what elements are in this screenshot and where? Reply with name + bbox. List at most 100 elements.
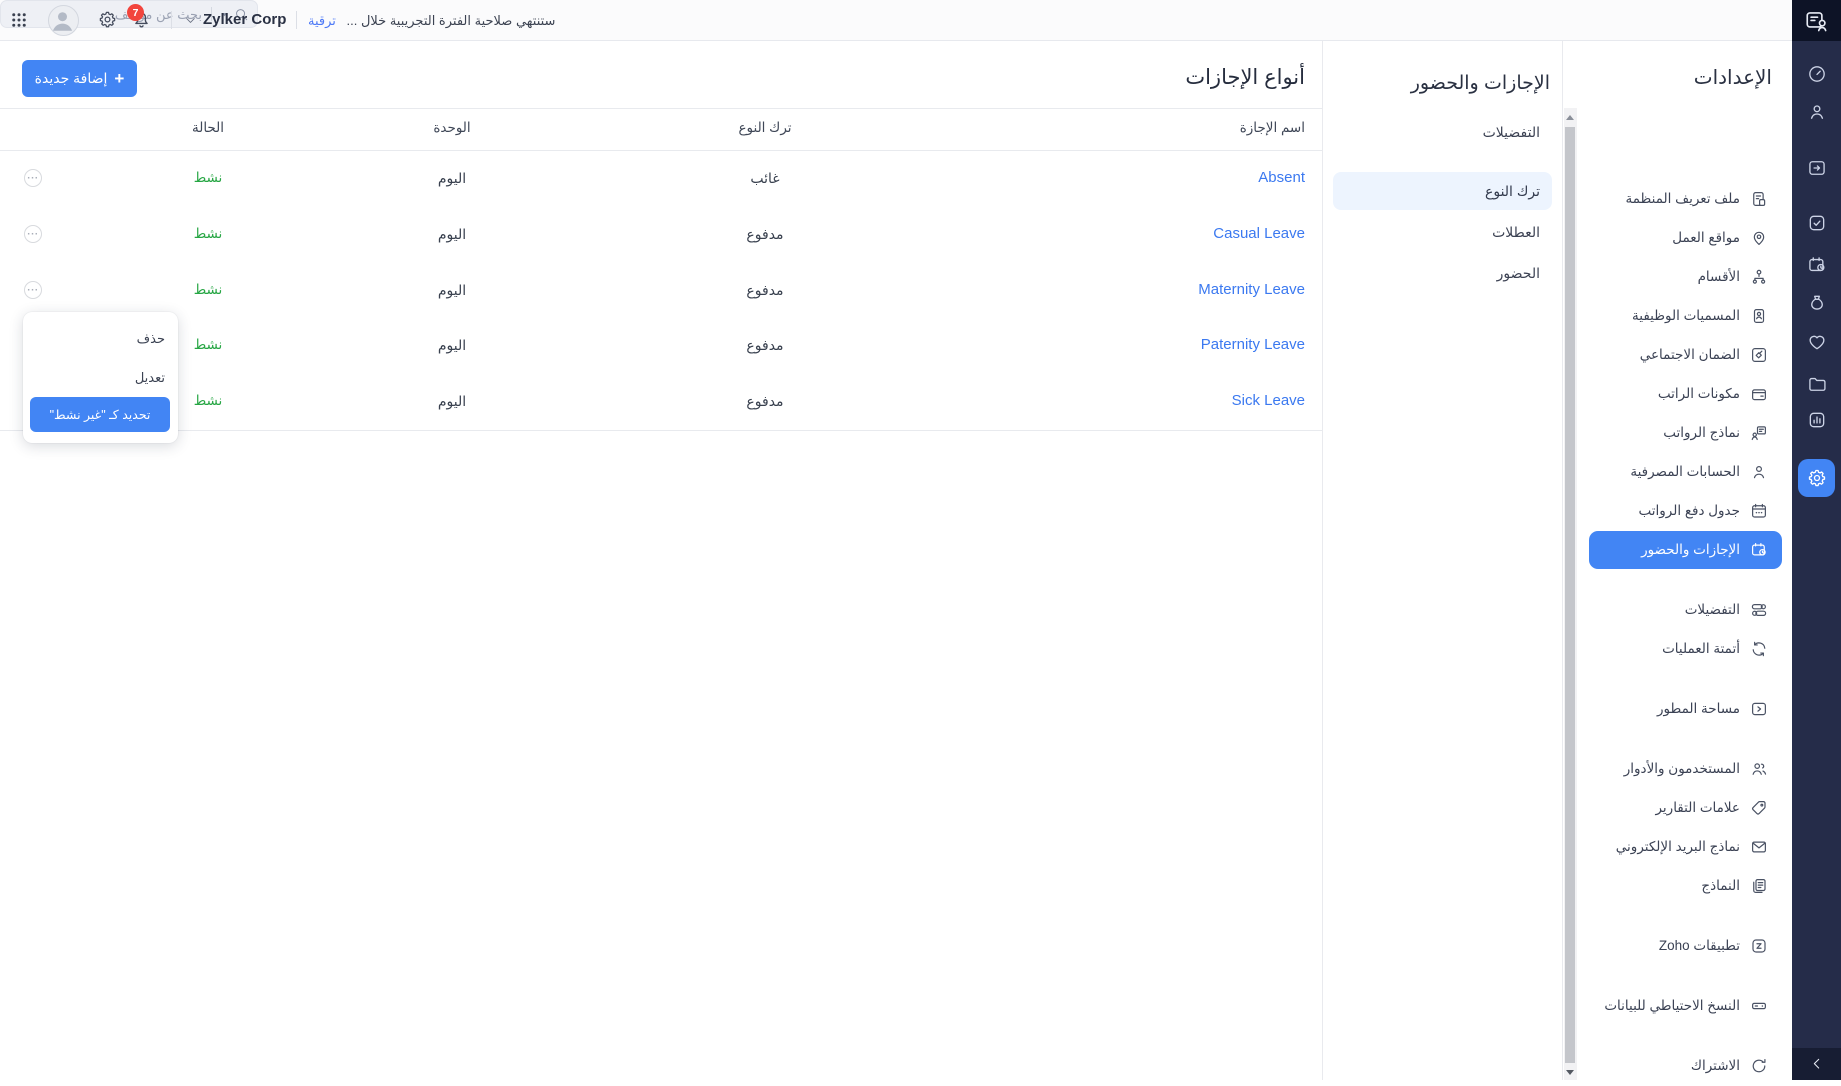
column-header-unit: الوحدة xyxy=(377,120,527,136)
settings-item-social-insurance[interactable]: الضمان الاجتماعي xyxy=(1577,336,1792,375)
rail-calendar-clock-icon[interactable] xyxy=(1792,253,1841,277)
row-actions-ellipsis-button[interactable] xyxy=(24,281,42,299)
settings-item-salary-templates[interactable]: نماذج الرواتب xyxy=(1577,414,1792,453)
context-menu-edit[interactable]: تعديل xyxy=(135,369,165,387)
leave-panel-item-1[interactable]: التفضيلات xyxy=(1483,122,1540,142)
leave-panel-item-3[interactable]: العطلات xyxy=(1492,222,1540,242)
rail-task-check-icon[interactable] xyxy=(1792,211,1841,235)
preferences-icon xyxy=(1750,601,1768,619)
cell-leave-name-link[interactable]: Casual Leave xyxy=(1213,224,1305,244)
app-rail xyxy=(1792,41,1841,1080)
scroll-down-arrow[interactable] xyxy=(1566,1070,1574,1075)
rail-settings-active[interactable] xyxy=(1798,459,1835,497)
settings-item-forms[interactable]: النماذج xyxy=(1577,867,1792,906)
settings-item-developer-space[interactable]: مساحة المطور xyxy=(1577,690,1792,729)
settings-item-label: الضمان الاجتماعي xyxy=(1640,347,1740,363)
divider xyxy=(171,11,172,29)
cell-leave-name-link[interactable]: Sick Leave xyxy=(1232,391,1305,411)
avatar[interactable] xyxy=(48,5,79,36)
context-menu-mark-inactive-button[interactable]: تحديد كـ "غير نشط" xyxy=(30,397,170,432)
context-menu-delete[interactable]: حذف xyxy=(137,330,165,348)
page-title: أنواع الإجازات xyxy=(1185,65,1305,90)
pay-schedule-icon xyxy=(1750,502,1768,520)
settings-item-bank-accounts[interactable]: الحسابات المصرفية xyxy=(1577,453,1792,492)
data-backup-icon xyxy=(1750,997,1768,1015)
settings-item-label: مكونات الراتب xyxy=(1658,386,1740,402)
chevron-down-icon[interactable] xyxy=(184,14,197,27)
table-top-border xyxy=(0,108,1322,109)
main-content: + إضافة جديدة أنواع الإجازات اسم الإجازة… xyxy=(0,41,1322,1080)
leave-panel-item-2[interactable]: ترك النوع xyxy=(1333,172,1552,210)
table-row: نشطاليومغائبAbsent xyxy=(0,168,1322,188)
cell-status: نشط xyxy=(133,280,283,300)
trial-banner: ستنتهي صلاحية الفترة التجريبية خلال ... … xyxy=(308,13,555,29)
zoho-apps-icon xyxy=(1750,937,1768,955)
cell-leave-name-link[interactable]: Paternity Leave xyxy=(1201,335,1305,355)
company-name[interactable]: Zylker Corp xyxy=(203,11,286,28)
settings-item-label: النماذج xyxy=(1701,878,1740,894)
departments-icon xyxy=(1750,268,1768,286)
scroll-up-arrow[interactable] xyxy=(1566,115,1574,120)
org-profile-icon xyxy=(1750,190,1768,208)
settings-item-report-tags[interactable]: علامات التقارير xyxy=(1577,789,1792,828)
table-row: نشطاليوممدفوعCasual Leave xyxy=(0,224,1322,244)
leave-panel-title: الإجازات والحضور xyxy=(1411,72,1550,95)
table-row: نشطاليوممدفوعPaternity Leave xyxy=(0,335,1322,355)
zoho-people-logo[interactable] xyxy=(1792,0,1841,41)
settings-item-label: علامات التقارير xyxy=(1655,800,1740,816)
rail-bar-chart-icon[interactable] xyxy=(1792,408,1841,432)
settings-item-label: المسميات الوظيفية xyxy=(1632,308,1740,324)
row-actions-ellipsis-button[interactable] xyxy=(24,225,42,243)
collapse-rail[interactable] xyxy=(1792,1048,1841,1080)
add-new-label: إضافة جديدة xyxy=(35,70,108,87)
settings-item-label: التفضيلات xyxy=(1685,602,1740,618)
top-bar: 7 Zylker Corp ستنتهي صلاحية الفترة التجر… xyxy=(0,0,1841,41)
settings-item-departments[interactable]: الأقسام xyxy=(1577,258,1792,297)
settings-item-label: الأقسام xyxy=(1698,269,1740,285)
row-context-menu: حذف تعديل تحديد كـ "غير نشط" xyxy=(23,312,178,443)
rail-heart-icon[interactable] xyxy=(1792,330,1841,354)
cell-leave-name-link[interactable]: Absent xyxy=(1258,168,1305,188)
settings-item-email-templates[interactable]: نماذج البريد الإلكتروني xyxy=(1577,828,1792,867)
settings-item-work-locations[interactable]: مواقع العمل xyxy=(1577,219,1792,258)
rail-speedometer-icon[interactable] xyxy=(1792,62,1841,86)
cell-leave-name-link[interactable]: Maternity Leave xyxy=(1198,280,1305,300)
settings-menu: ملف تعريف المنظمةمواقع العمل الأقسام المسم… xyxy=(1577,110,1792,1080)
app-launcher-icon[interactable] xyxy=(10,11,28,29)
developer-space-icon xyxy=(1750,700,1768,718)
subscription-icon xyxy=(1750,1057,1768,1075)
rail-people-icon[interactable] xyxy=(1792,100,1841,124)
scrollbar-thumb[interactable] xyxy=(1565,127,1575,1063)
leave-panel-item-4[interactable]: الحضور xyxy=(1497,263,1540,283)
settings-scrollbar[interactable] xyxy=(1562,41,1577,1080)
cell-unit: اليوم xyxy=(377,335,527,355)
settings-item-preferences[interactable]: التفضيلات xyxy=(1577,591,1792,630)
rail-money-bag-icon[interactable] xyxy=(1792,291,1841,315)
settings-item-automation[interactable]: أتمتة العمليات xyxy=(1577,630,1792,669)
settings-item-label: الحسابات المصرفية xyxy=(1630,464,1740,480)
settings-item-leave-attendance[interactable]: الإجازات والحضور xyxy=(1589,531,1782,569)
cell-unit: اليوم xyxy=(377,224,527,244)
forms-icon xyxy=(1750,877,1768,895)
upgrade-link[interactable]: ترقية xyxy=(308,13,336,28)
rail-folder-icon[interactable] xyxy=(1792,372,1841,396)
column-header-status: الحالة xyxy=(133,120,283,136)
column-header-leave-name: اسم الإجازة xyxy=(1240,120,1305,136)
gear-icon[interactable] xyxy=(98,10,117,29)
trial-text: ستنتهي صلاحية الفترة التجريبية خلال ... xyxy=(347,13,556,28)
row-actions-ellipsis-button[interactable] xyxy=(24,169,42,187)
social-insurance-icon xyxy=(1750,346,1768,364)
settings-item-label: الاشتراك xyxy=(1691,1058,1740,1074)
settings-item-data-backup[interactable]: النسخ الاحتياطي للبيانات xyxy=(1577,987,1792,1026)
settings-item-label: جدول دفع الرواتب xyxy=(1638,503,1740,519)
settings-item-zoho-apps[interactable]: تطبيقات Zoho xyxy=(1577,927,1792,966)
settings-item-users-roles[interactable]: المستخدمون والأدوار xyxy=(1577,750,1792,789)
settings-item-pay-schedule[interactable]: جدول دفع الرواتب xyxy=(1577,492,1792,531)
settings-item-org-profile[interactable]: ملف تعريف المنظمة xyxy=(1577,180,1792,219)
rail-checkin-box-icon[interactable] xyxy=(1792,156,1841,180)
add-new-button[interactable]: + إضافة جديدة xyxy=(22,60,137,97)
settings-item-designations[interactable]: المسميات الوظيفية xyxy=(1577,297,1792,336)
settings-title: الإعدادات xyxy=(1694,65,1772,90)
settings-item-label: مساحة المطور xyxy=(1657,701,1740,717)
settings-item-salary-components[interactable]: مكونات الراتب xyxy=(1577,375,1792,414)
